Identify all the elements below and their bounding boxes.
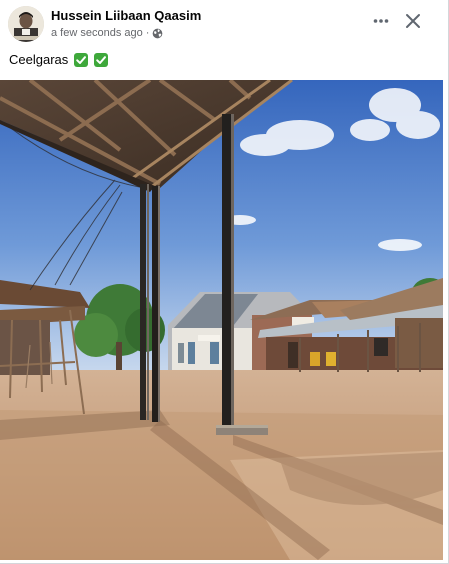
post-photo[interactable] bbox=[0, 80, 443, 560]
author-avatar[interactable] bbox=[8, 6, 44, 42]
post-header: Hussein Liibaan Qaasim a few seconds ago… bbox=[0, 0, 449, 46]
post-timestamp[interactable]: a few seconds ago bbox=[51, 27, 143, 39]
more-horizontal-icon bbox=[373, 19, 389, 23]
post-card: Hussein Liibaan Qaasim a few seconds ago… bbox=[0, 0, 449, 564]
author-name[interactable]: Hussein Liibaan Qaasim bbox=[51, 8, 201, 23]
post-caption: Ceelgaras bbox=[9, 52, 109, 67]
street-scene-image bbox=[0, 80, 443, 560]
close-icon bbox=[406, 14, 420, 28]
avatar-photo bbox=[8, 6, 44, 42]
check-mark-emoji-icon bbox=[94, 52, 109, 67]
meta-separator: · bbox=[145, 27, 150, 39]
check-mark-emoji-icon bbox=[74, 52, 89, 67]
caption-text: Ceelgaras bbox=[9, 52, 69, 67]
wall-sign bbox=[198, 335, 220, 341]
more-options-button[interactable] bbox=[368, 8, 394, 34]
post-meta: a few seconds ago · bbox=[51, 27, 163, 39]
close-button[interactable] bbox=[400, 8, 426, 34]
globe-icon[interactable] bbox=[152, 28, 163, 39]
